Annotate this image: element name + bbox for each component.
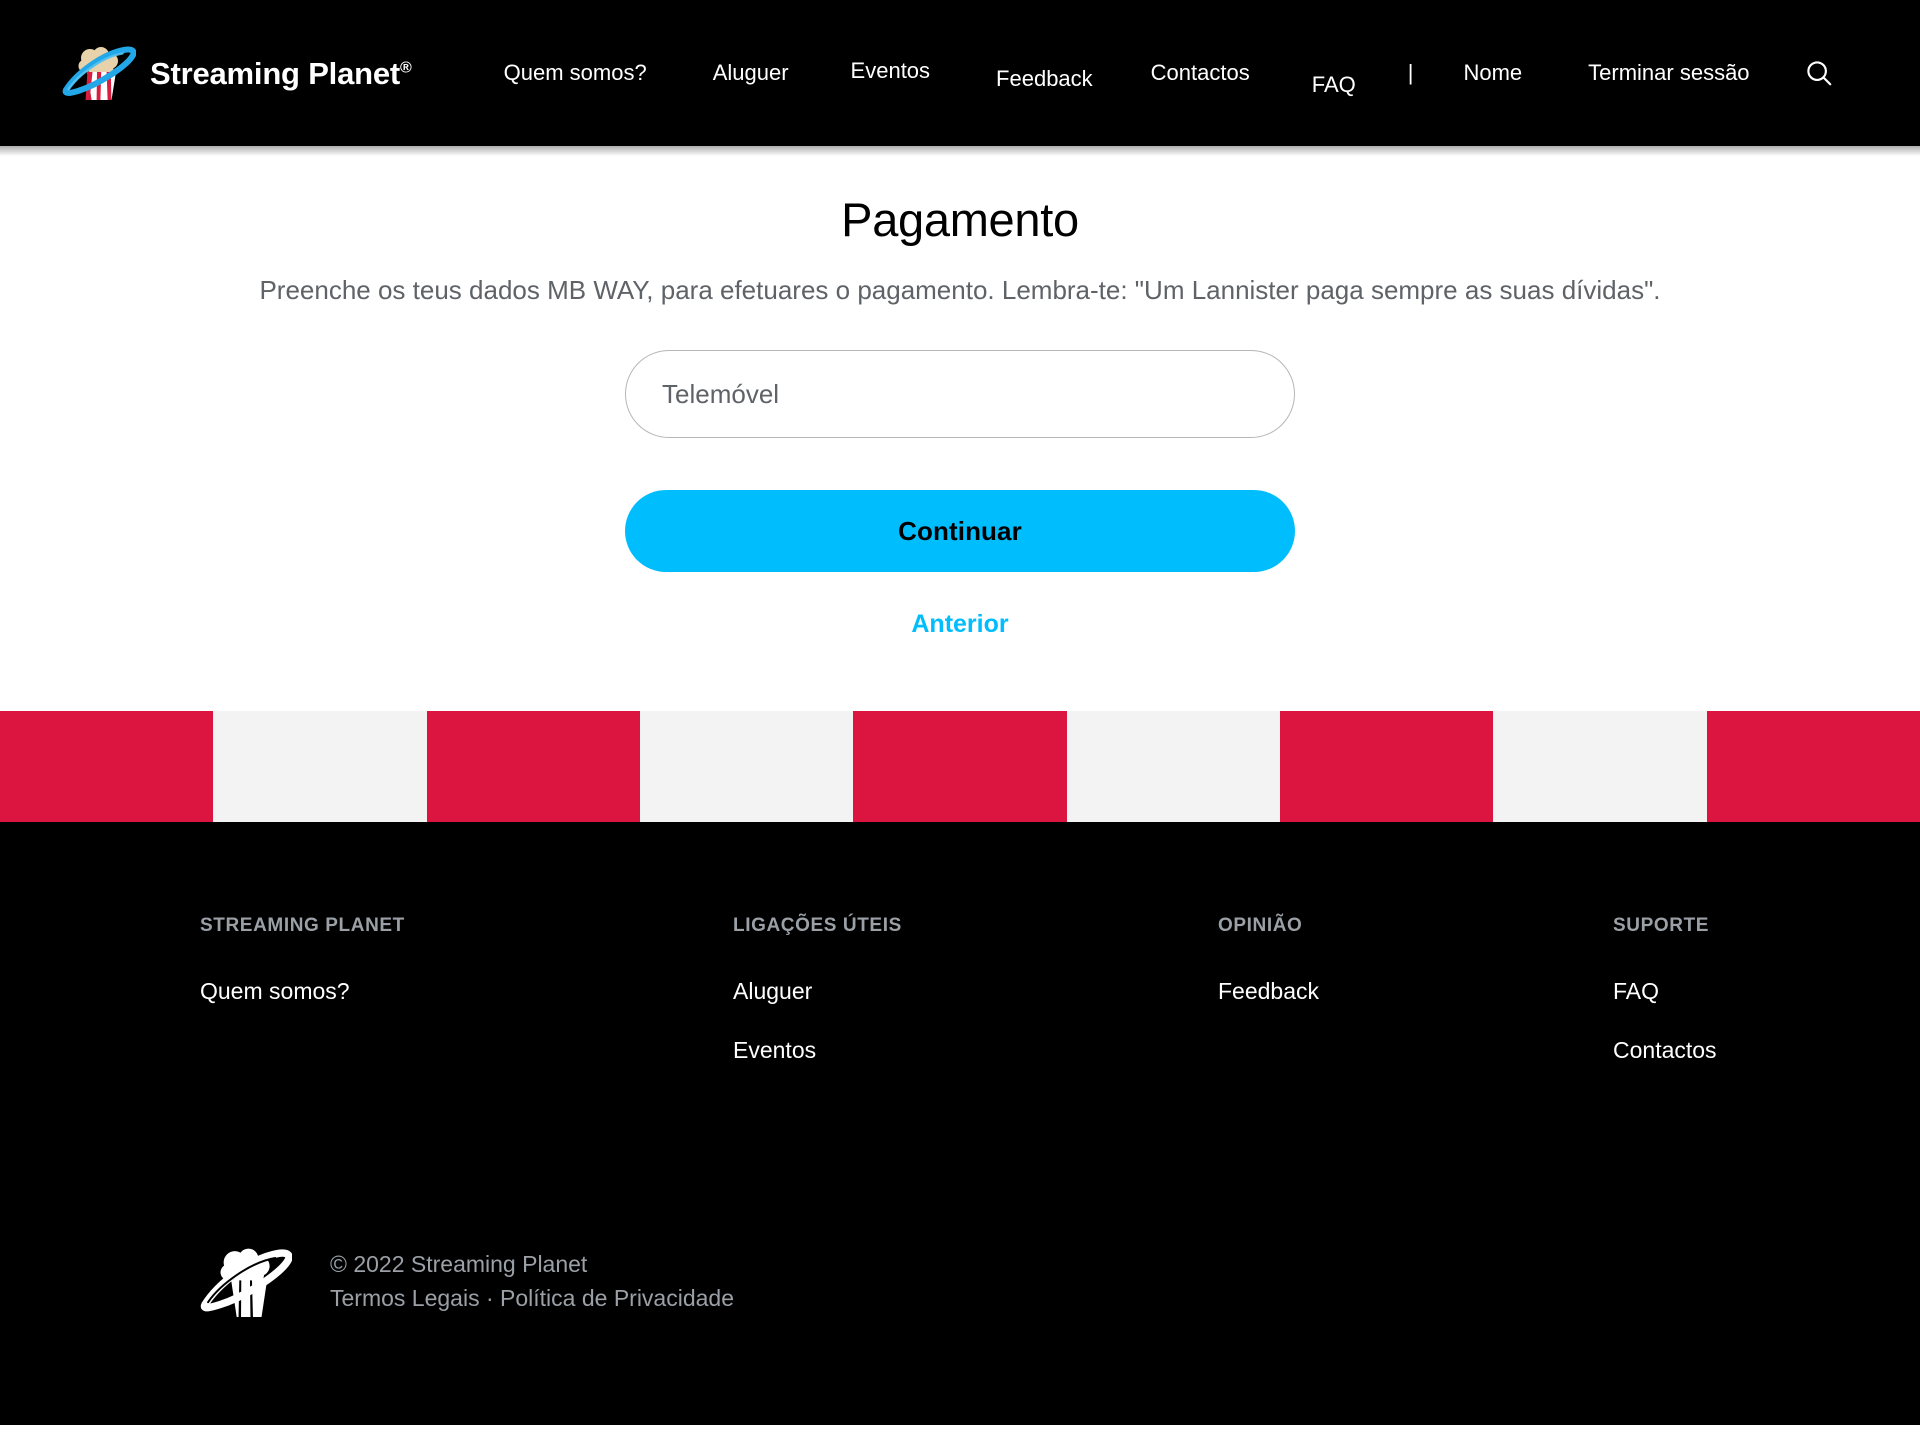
payment-form: Continuar Anterior: [0, 350, 1920, 639]
copyright-text: © 2022 Streaming Planet: [330, 1251, 588, 1278]
stripe-red-4: [1279, 711, 1494, 823]
footer-link-quem-somos[interactable]: Quem somos?: [200, 980, 733, 1003]
legal-separator: ·: [479, 1285, 501, 1312]
stripe-light-1: [213, 711, 427, 823]
payment-section: Pagamento Preenche os teus dados MB WAY,…: [0, 146, 1920, 680]
stripe-red-2: [426, 711, 640, 823]
main-navigation: Quem somos? Aluguer Eventos Feedback Con…: [504, 56, 1880, 96]
footer-column-opiniao: OPINIÃO Feedback: [1218, 916, 1613, 1098]
footer-column-title: SUPORTE: [1613, 915, 1710, 937]
previous-link[interactable]: Anterior: [911, 610, 1008, 639]
footer-link-faq[interactable]: FAQ: [1613, 980, 1720, 1003]
continue-button[interactable]: Continuar: [625, 490, 1295, 573]
footer-column-streaming-planet: STREAMING PLANET Quem somos?: [200, 916, 733, 1098]
nav-item-feedback[interactable]: Feedback: [996, 68, 1093, 90]
stripe-light-3: [1066, 711, 1280, 823]
registered-mark: ®: [400, 59, 412, 77]
terms-link[interactable]: Termos Legais: [330, 1285, 480, 1311]
footer-columns: STREAMING PLANET Quem somos? LIGAÇÕES ÚT…: [0, 916, 1920, 1098]
page-root: Streaming Planet® Quem somos? Aluguer Ev…: [0, 0, 1920, 1435]
popcorn-planet-logo-mono-icon: [200, 1248, 292, 1318]
footer-column-ligacoes-uteis: LIGAÇÕES ÚTEIS Aluguer Eventos: [733, 916, 1218, 1098]
nav-item-terminar-sessao[interactable]: Terminar sessão: [1588, 62, 1749, 84]
nav-separator: |: [1407, 60, 1414, 85]
phone-input[interactable]: [625, 350, 1295, 439]
footer-legal-meta: © 2022 Streaming Planet Termos Legais · …: [330, 1247, 734, 1315]
footer-link-aluguer[interactable]: Aluguer: [733, 980, 1218, 1003]
brand-logo-link[interactable]: Streaming Planet®: [62, 42, 412, 104]
stripe-light-2: [639, 711, 854, 823]
popcorn-planet-logo-icon: [62, 46, 136, 100]
stripe-red-3: [853, 711, 1067, 823]
nav-item-faq[interactable]: FAQ: [1312, 74, 1356, 96]
nav-item-nome[interactable]: Nome: [1463, 62, 1522, 84]
search-button[interactable]: [1802, 56, 1836, 90]
footer-bottom-bar: © 2022 Streaming Planet Termos Legais · …: [0, 1098, 1920, 1324]
footer-link-contactos[interactable]: Contactos: [1613, 1039, 1720, 1062]
privacy-link[interactable]: Política de Privacidade: [500, 1285, 734, 1311]
footer-column-title: STREAMING PLANET: [200, 915, 405, 937]
footer-link-feedback[interactable]: Feedback: [1218, 980, 1613, 1003]
page-subtitle: Preenche os teus dados MB WAY, para efet…: [259, 275, 1661, 306]
footer-column-title: OPINIÃO: [1218, 915, 1303, 937]
footer-link-eventos[interactable]: Eventos: [733, 1039, 1218, 1062]
decorative-stripe-band: [0, 711, 1920, 823]
site-footer: STREAMING PLANET Quem somos? LIGAÇÕES ÚT…: [0, 822, 1920, 1426]
stripe-light-4: [1493, 711, 1707, 823]
footer-column-suporte: SUPORTE FAQ Contactos: [1613, 916, 1720, 1098]
nav-item-quem-somos[interactable]: Quem somos?: [504, 62, 647, 84]
stripe-red-1: [0, 711, 214, 823]
page-title: Pagamento: [841, 193, 1079, 246]
site-header: Streaming Planet® Quem somos? Aluguer Ev…: [0, 0, 1920, 156]
stripe-red-5: [1706, 711, 1920, 823]
brand-name: Streaming Planet®: [150, 55, 412, 91]
nav-item-eventos[interactable]: Eventos: [851, 60, 931, 82]
nav-item-contactos[interactable]: Contactos: [1151, 62, 1250, 84]
footer-column-title: LIGAÇÕES ÚTEIS: [733, 915, 902, 937]
search-icon: [1806, 61, 1831, 86]
nav-item-aluguer[interactable]: Aluguer: [713, 62, 789, 84]
legal-links: Termos Legais · Política de Privacidade: [330, 1281, 734, 1315]
